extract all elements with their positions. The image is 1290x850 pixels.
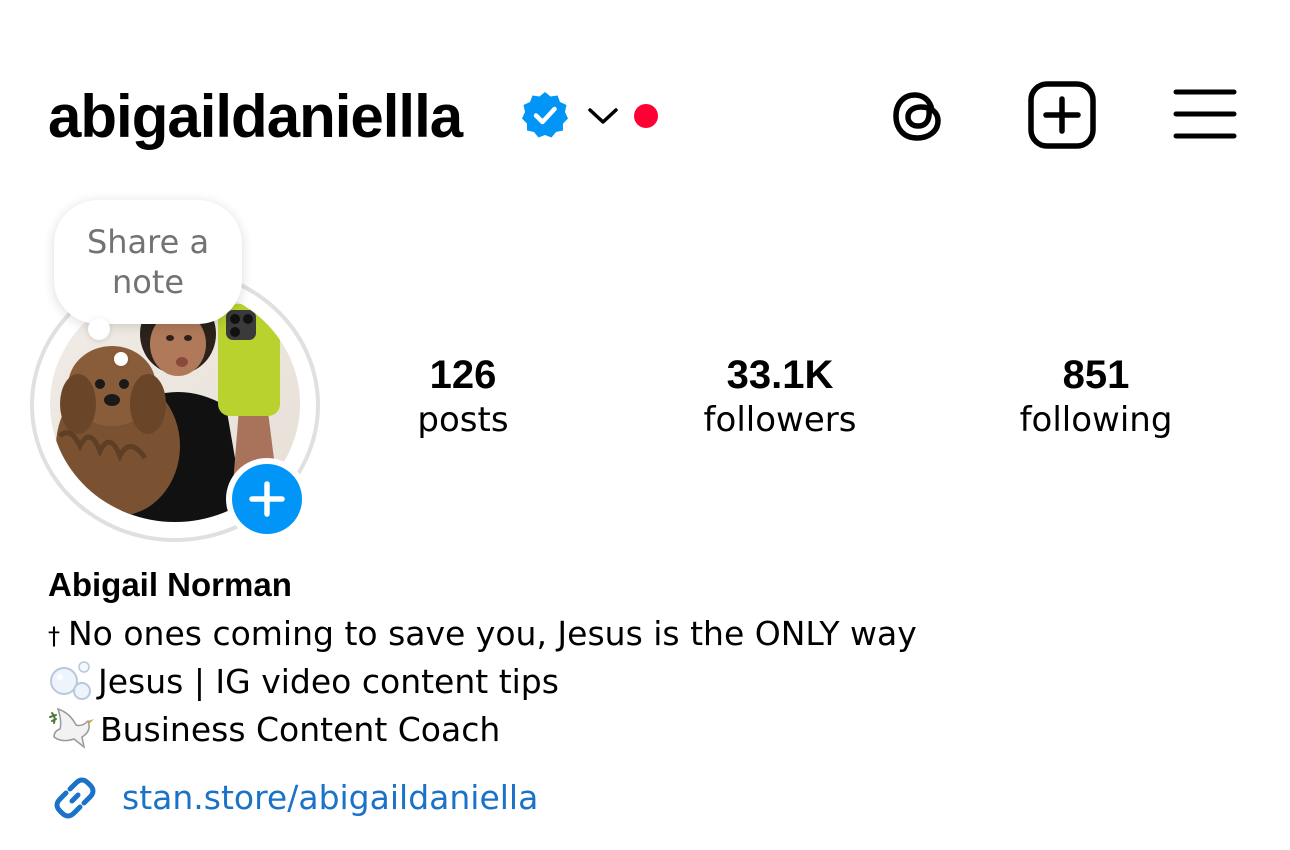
bio-text: Business Content Coach [100, 710, 501, 749]
bio-text: No ones coming to save you, Jesus is the… [68, 614, 917, 653]
followers-label: followers [703, 400, 857, 440]
posts-label: posts [417, 400, 509, 440]
stat-following[interactable]: 851 following [1010, 352, 1182, 442]
username[interactable]: abigaildaniellla [48, 82, 463, 152]
plus-icon [232, 464, 302, 534]
add-story-badge [232, 464, 302, 534]
following-label: following [1019, 400, 1173, 440]
link-url: stan.store/abigaildaniella [122, 778, 539, 817]
verified-badge-icon [522, 92, 568, 138]
dove-icon [49, 707, 94, 749]
posts-count: 126 [429, 353, 497, 397]
cross-symbol: † [48, 622, 60, 650]
bubbles-icon [50, 660, 91, 700]
bio-line: † No ones coming to save you, Jesus is th… [48, 612, 917, 656]
stat-followers[interactable]: 33.1K followers [690, 352, 870, 442]
profile-header: abigaildaniellla [0, 0, 1290, 190]
followers-count: 33.1K [726, 353, 834, 397]
chevron-down-icon[interactable] [586, 104, 620, 128]
display-name: Abigail Norman [48, 566, 292, 603]
add-story-button[interactable] [226, 458, 308, 540]
link-icon [54, 777, 96, 819]
bio-text: Jesus | IG video content tips [98, 662, 559, 701]
note-tail-dot-small [114, 352, 128, 366]
threads-icon[interactable] [884, 80, 952, 150]
bio-link[interactable]: stan.store/abigaildaniella [48, 770, 538, 826]
plus-square-icon[interactable] [1026, 80, 1098, 150]
note-prompt: Share a note [86, 223, 210, 301]
hamburger-menu-icon[interactable] [1172, 84, 1238, 144]
note-tail-dot [88, 318, 110, 340]
following-count: 851 [1062, 353, 1130, 397]
bio-line: Business Content Coach [48, 707, 501, 753]
stat-posts[interactable]: 126 posts [398, 352, 528, 442]
note-bubble[interactable]: Share a note [54, 200, 242, 324]
notification-dot [634, 104, 658, 128]
bio-line: Jesus | IG video content tips [48, 660, 559, 705]
